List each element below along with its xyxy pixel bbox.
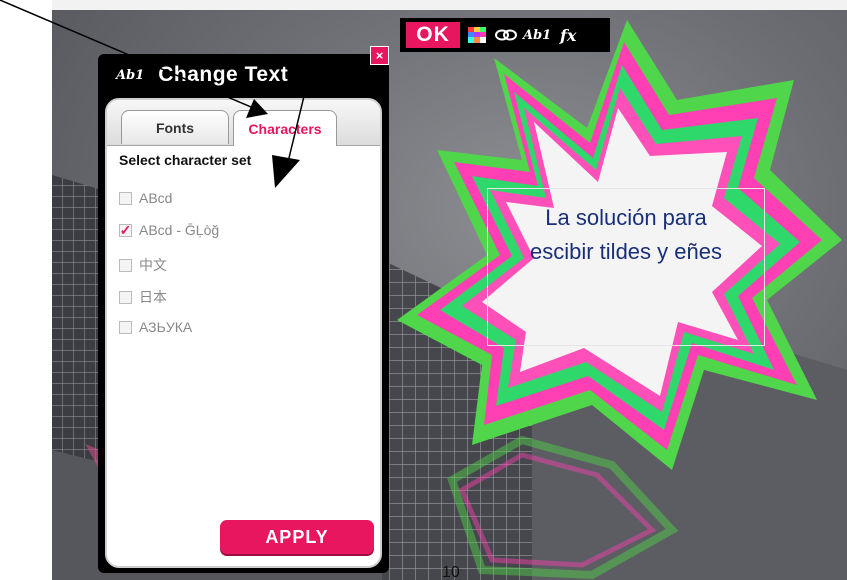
floating-toolbar: OK Ab1 fx	[400, 18, 610, 52]
canvas-text-line-2: escibir tildes y eñes	[530, 239, 722, 265]
link-icon[interactable]	[494, 22, 518, 48]
charset-option-cyrillic[interactable]: АЗЬУКА	[119, 319, 192, 335]
text-style-icon: Ab1	[116, 67, 145, 83]
canvas-text-line-1: La solución para	[545, 205, 707, 230]
text-box[interactable]: La solución para escibir tildes y eñes	[487, 188, 765, 346]
panel-content: Fonts Characters Select character set AB…	[105, 98, 382, 568]
panel-title: Change Text	[158, 63, 289, 86]
checkbox[interactable]	[119, 290, 132, 304]
checkbox-checked[interactable]: ✓	[119, 223, 132, 237]
section-title: Select character set	[119, 152, 252, 168]
stray-text: 10	[442, 564, 460, 580]
close-button[interactable]: ×	[370, 46, 389, 65]
option-label: 日本	[139, 289, 167, 305]
effects-icon[interactable]: fx	[556, 22, 580, 48]
option-label: АЗЬУКА	[139, 319, 193, 335]
option-label: 中文	[139, 257, 167, 273]
charset-option-japanese[interactable]: 日本	[119, 287, 167, 307]
color-grid-icon[interactable]	[465, 22, 489, 48]
option-label: ABcd	[139, 190, 173, 206]
apply-button[interactable]: APPLY	[220, 520, 374, 554]
panel-header: Ab1 Change Text	[116, 60, 288, 90]
option-label: ABcd - ḠḶòğ	[139, 222, 220, 238]
charset-option-chinese[interactable]: 中文	[119, 255, 167, 275]
checkbox[interactable]	[119, 191, 132, 205]
tab-bar: Fonts Characters	[107, 100, 380, 146]
checkbox[interactable]	[119, 320, 132, 334]
charset-option-latin[interactable]: ABcd	[119, 190, 172, 206]
checkbox[interactable]	[119, 258, 132, 272]
tab-characters[interactable]: Characters	[233, 110, 337, 146]
text-style-icon[interactable]: Ab1	[523, 22, 551, 48]
canvas-text[interactable]: La solución para escibir tildes y eñes	[488, 201, 764, 269]
ok-button[interactable]: OK	[406, 22, 460, 48]
charset-option-latin-extended[interactable]: ✓ ABcd - ḠḶòğ	[119, 222, 219, 238]
tab-fonts[interactable]: Fonts	[121, 110, 229, 144]
